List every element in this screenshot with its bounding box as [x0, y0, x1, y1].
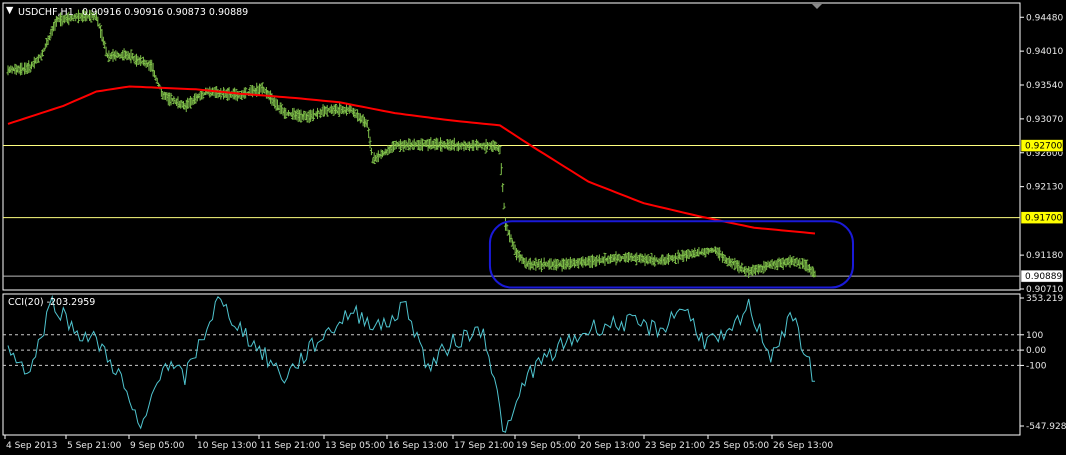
cci-tick-label: 0.00 — [1026, 346, 1046, 356]
time-tick-label: 9 Sep 05:00 — [130, 441, 185, 451]
time-tick-label: 5 Sep 21:00 — [67, 441, 122, 451]
price-tick-label: 0.94480 — [1026, 13, 1063, 23]
price-tick-label: 0.93540 — [1026, 81, 1063, 91]
price-tick-label: 0.91180 — [1026, 251, 1063, 261]
chart-ohlc-label: 0.90916 0.90916 0.90873 0.90889 — [82, 7, 248, 18]
price-tick-label: 0.92130 — [1026, 183, 1063, 193]
time-tick-label: 26 Sep 13:00 — [773, 441, 833, 451]
time-tick-label: 20 Sep 13:00 — [580, 441, 640, 451]
price-level-tag-label: 0.92700 — [1025, 142, 1062, 152]
chart-background — [0, 0, 1066, 455]
cci-tick-label: 100 — [1026, 331, 1043, 341]
time-tick-label: 17 Sep 21:00 — [454, 441, 514, 451]
price-tick-label: 0.94010 — [1026, 47, 1063, 57]
time-tick-label: 16 Sep 13:00 — [388, 441, 448, 451]
time-tick-label: 10 Sep 13:00 — [197, 441, 257, 451]
time-tick-label: 25 Sep 05:00 — [709, 441, 769, 451]
time-tick-label: 23 Sep 21:00 — [645, 441, 705, 451]
chart-symbol-label: USDCHF,H1 — [18, 7, 74, 18]
price-level-tag-label: 0.91700 — [1025, 214, 1062, 224]
time-tick-label: 13 Sep 05:00 — [325, 441, 385, 451]
time-tick-label: 11 Sep 21:00 — [260, 441, 320, 451]
price-axis: 0.944800.940100.935400.930700.926000.921… — [1020, 13, 1063, 295]
cci-tick-label: 353.219 — [1026, 294, 1063, 304]
time-tick-label: 4 Sep 2013 — [6, 441, 57, 451]
cci-header-label: CCI(20) -203.2959 — [8, 297, 95, 308]
cci-tick-label: -547.9286 — [1026, 422, 1066, 432]
mt4-chart[interactable]: ▼ USDCHF,H1 0.90916 0.90916 0.90873 0.90… — [0, 0, 1066, 455]
price-tick-label: 0.93070 — [1026, 115, 1063, 125]
chart-header-arrow-icon[interactable]: ▼ — [6, 5, 14, 16]
price-level-tag-label: 0.90889 — [1025, 272, 1062, 282]
cci-tick-label: -100 — [1026, 361, 1047, 371]
time-tick-label: 19 Sep 05:00 — [516, 441, 576, 451]
